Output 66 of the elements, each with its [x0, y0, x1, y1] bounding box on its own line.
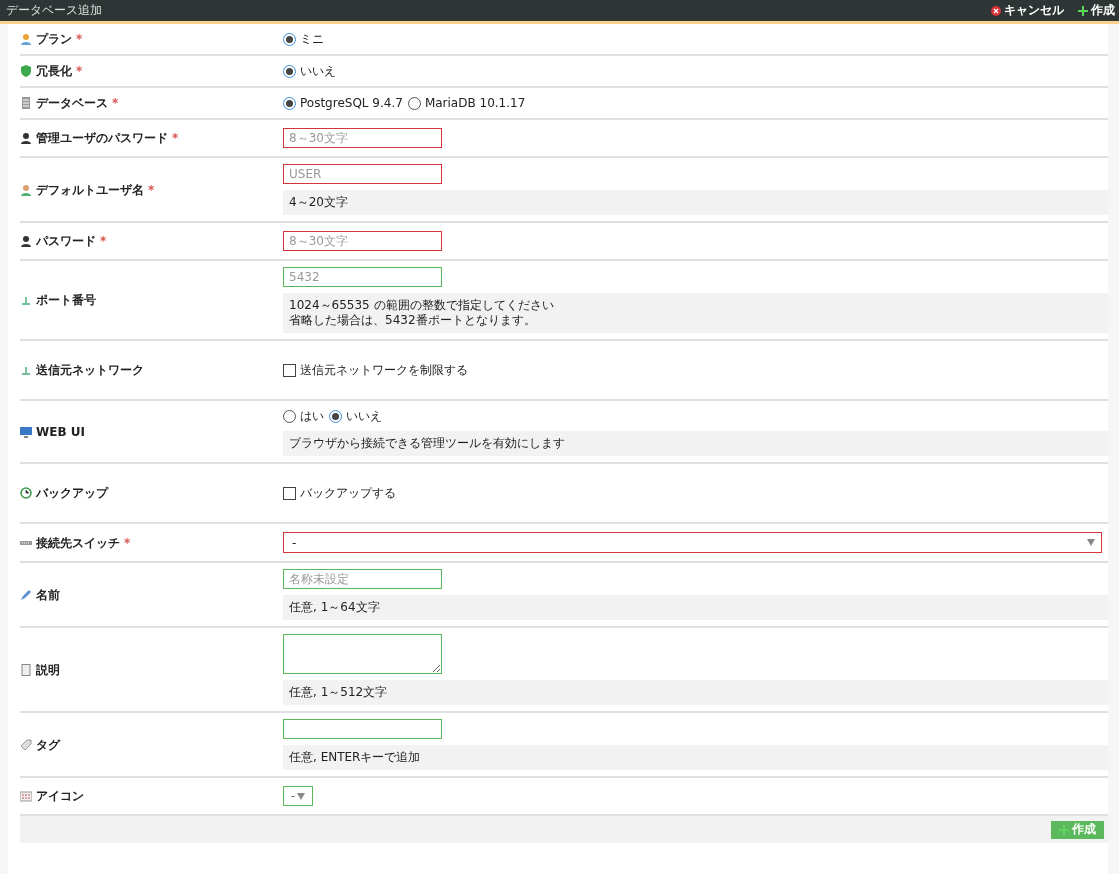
field-label: データベース [36, 96, 108, 110]
field-label: 名前 [36, 587, 60, 602]
close-icon [991, 5, 1001, 16]
window-title: データベース追加 [6, 2, 102, 19]
field-label: アイコン [36, 789, 84, 803]
server-icon [20, 97, 32, 109]
radio-option[interactable]: MariaDB 10.1.17 [407, 96, 526, 110]
field-label: バックアップ [36, 486, 108, 500]
field-label: 説明 [36, 662, 60, 677]
checkbox[interactable]: バックアップする [283, 486, 396, 500]
create-button[interactable]: 作成 [1078, 2, 1115, 19]
text-area[interactable] [283, 634, 442, 674]
field-label: パスワード [36, 234, 96, 248]
required-mark: * [76, 32, 83, 46]
radio-option[interactable]: いいえ [283, 64, 336, 78]
radio-option[interactable]: PostgreSQL 9.4.7 [283, 96, 403, 110]
clock-icon [20, 487, 32, 499]
select-value: - [292, 535, 297, 550]
caret-icon [1087, 539, 1095, 546]
radio-option[interactable]: はい [283, 409, 324, 423]
checkbox[interactable]: 送信元ネットワークを制限する [283, 363, 468, 377]
tag-icon [20, 738, 32, 751]
user-icon [20, 235, 32, 247]
plus-icon [1078, 5, 1088, 16]
text-field[interactable]: 8～30文字 [283, 231, 442, 251]
user-icon [20, 183, 32, 196]
cancel-button[interactable]: キャンセル [991, 2, 1064, 19]
required-mark: * [100, 234, 107, 248]
field-label: 接続先スイッチ [36, 535, 120, 550]
required-mark: * [148, 182, 155, 197]
help-text: 任意, ENTERキーで追加 [283, 745, 1108, 770]
field-label: 管理ユーザのパスワード [36, 131, 168, 145]
field-label: ポート番号 [36, 293, 96, 307]
field-label: タグ [36, 737, 60, 752]
field-label: プラン [36, 32, 72, 46]
help-text: ブラウザから接続できる管理ツールを有効にします [283, 431, 1108, 456]
required-mark: * [172, 131, 179, 145]
field-label: 送信元ネットワーク [36, 363, 144, 377]
monitor-icon [20, 425, 32, 438]
text-field[interactable] [283, 719, 442, 739]
icon-select[interactable]: - [283, 786, 313, 806]
radio-option[interactable]: いいえ [329, 409, 382, 423]
select-field[interactable]: - [283, 532, 1102, 553]
shield-icon [20, 65, 32, 77]
text-field[interactable]: 8～30文字 [283, 128, 442, 148]
text-field[interactable]: USER [283, 164, 442, 184]
help-text: 任意, 1～64文字 [283, 595, 1108, 620]
help-text: 任意, 1～512文字 [283, 680, 1108, 705]
radio-option[interactable]: ミニ [283, 32, 324, 46]
document-icon [20, 663, 32, 676]
required-mark: * [124, 535, 131, 550]
field-label: WEB UI [36, 424, 85, 439]
caret-icon [297, 792, 306, 800]
grid-icon [20, 790, 32, 802]
person-icon [20, 33, 32, 45]
field-label: デフォルトユーザ名 [36, 182, 144, 197]
help-text: 1024～65535 の範囲の整数で指定してください 省略した場合は、5432番ポートとなります。 [283, 293, 1108, 333]
required-mark: * [76, 64, 83, 78]
text-field[interactable]: 5432 [283, 267, 442, 287]
required-mark: * [112, 96, 119, 110]
plus-icon [1059, 824, 1069, 835]
text-field[interactable]: 名称未設定 [283, 569, 442, 589]
pen-icon [20, 588, 32, 601]
help-text: 4～20文字 [283, 190, 1108, 215]
field-label: 冗長化 [36, 64, 72, 78]
user-icon [20, 132, 32, 144]
